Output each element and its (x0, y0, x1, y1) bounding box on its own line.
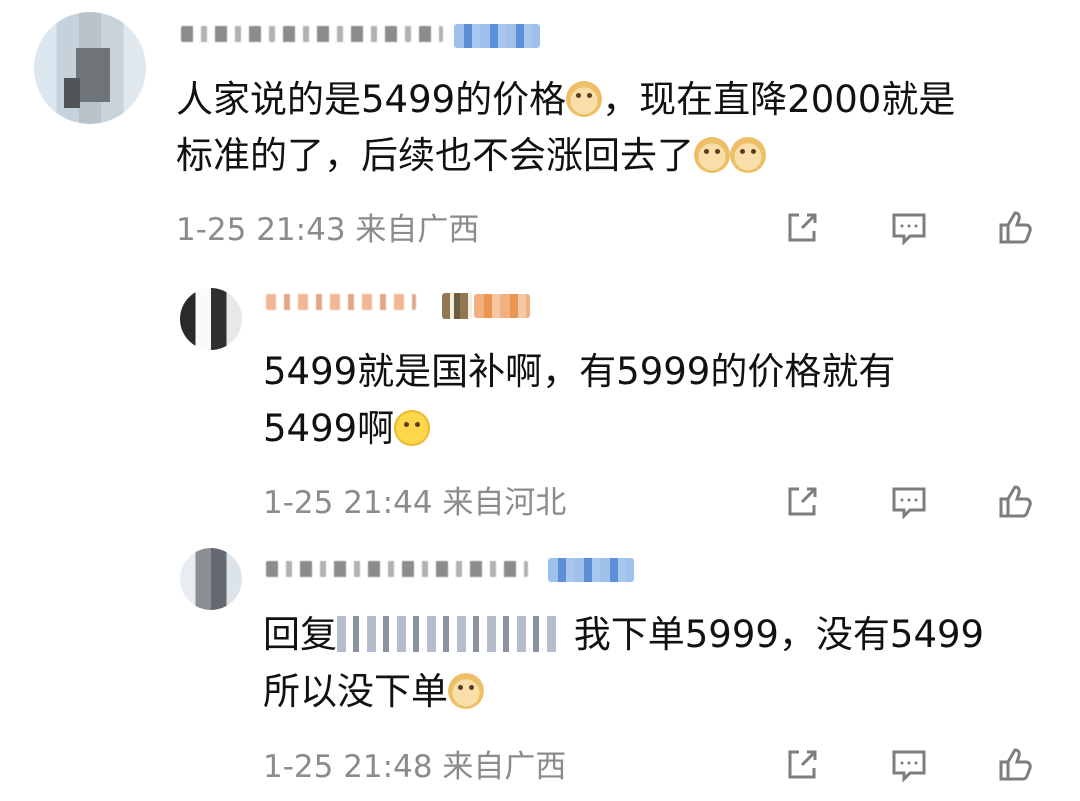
username-blurred[interactable] (266, 561, 528, 577)
comment-text: 所以没下单 (263, 664, 484, 720)
comment-text: 回复 我下单5999，没有5499 (263, 607, 984, 663)
comment-text-part: 5499就是国补啊，有5999的价格就有 (263, 350, 896, 393)
comment-text: 人家说的是5499的价格 ，现在直降2000就是 (176, 72, 955, 128)
comment-text-part: 人家说的是5499的价格 (176, 78, 567, 121)
comment-text-part: 5499啊 (263, 407, 395, 450)
avatar[interactable] (180, 548, 242, 610)
doge-emoji-icon (694, 137, 730, 173)
comment-button[interactable] (887, 480, 931, 524)
like-icon (999, 485, 1032, 518)
comment-text-part: ，现在直降2000就是 (602, 78, 956, 121)
doge-emoji-icon (448, 673, 484, 709)
comment-meta: 1-25 21:44 来自河北 (263, 485, 567, 521)
share-icon (788, 213, 817, 242)
comment-icon (892, 487, 926, 520)
mentioned-user-blurred[interactable] (337, 616, 562, 652)
like-icon (999, 748, 1032, 781)
share-button[interactable] (780, 743, 824, 787)
like-button[interactable] (993, 743, 1037, 787)
share-button[interactable] (780, 480, 824, 524)
user-badge (548, 558, 634, 582)
doge-emoji-icon (730, 137, 766, 173)
user-badge (454, 24, 540, 48)
comment-icon (892, 213, 926, 246)
comment-text: 标准的了，后续也不会涨回去了 (176, 128, 766, 184)
like-button[interactable] (993, 206, 1037, 250)
username-blurred[interactable] (266, 294, 416, 310)
like-icon (999, 211, 1032, 244)
comment-button[interactable] (887, 743, 931, 787)
comment-text: 5499就是国补啊，有5999的价格就有 (263, 344, 895, 400)
avatar[interactable] (180, 288, 242, 350)
reply-label: 回复 (263, 613, 337, 656)
like-button[interactable] (993, 480, 1037, 524)
user-medal-icon (442, 293, 472, 319)
doge-emoji-icon (566, 81, 603, 117)
comment-button[interactable] (887, 206, 931, 250)
laughing-crying-emoji-icon (394, 410, 431, 446)
comment-text: 5499啊 (263, 401, 431, 457)
comment-text-part: 标准的了，后续也不会涨回去了 (176, 134, 694, 177)
comment-meta: 1-25 21:48 来自广西 (263, 749, 567, 785)
avatar[interactable] (34, 12, 146, 124)
comment-icon (892, 750, 926, 783)
comment-text-part: 所以没下单 (263, 670, 448, 713)
username-blurred[interactable] (181, 26, 443, 42)
share-button[interactable] (780, 206, 824, 250)
comment-meta: 1-25 21:43 来自广西 (176, 212, 480, 248)
user-badge (474, 294, 530, 318)
share-icon (788, 487, 817, 516)
comment-text-part: 我下单5999，没有5499 (573, 613, 985, 656)
share-icon (788, 750, 817, 779)
